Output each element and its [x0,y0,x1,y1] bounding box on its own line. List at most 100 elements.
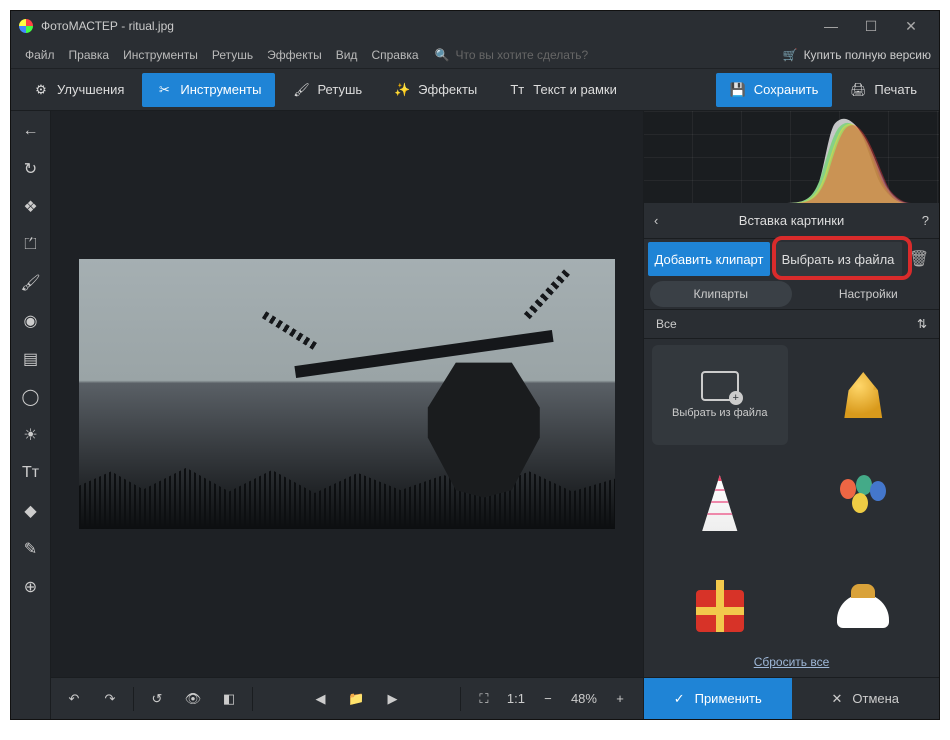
titlebar: ФотоМАСТЕР - ritual.jpg — ☐ ✕ [11,11,939,41]
fill-icon[interactable]: ◆ [17,497,45,525]
search-icon: 🔍 [435,48,450,62]
side-toolbar: ← ↻ ❖ ⏍ 🖌 ◉ ▤ ◯ ☀ Tᴛ ◆ ✎ ⊕ [11,111,51,719]
wand-icon: ✨ [394,82,410,98]
tab-enhance-label: Улучшения [57,82,124,97]
close-button[interactable]: ✕ [891,11,931,41]
apply-bar: ✓ Применить ✕Отмена [644,677,939,719]
history-icon[interactable]: ↺ [144,686,170,712]
tab-text-label: Текст и рамки [533,82,617,97]
pick-file-cell[interactable]: Выбрать из файла [652,345,788,445]
canvas-area: ↶ ↷ ↺ 👁 ◧ ◀ 📁 ▶ ⛶ 1:1 [51,111,643,719]
zoom-out-button[interactable]: − [535,686,561,712]
fit-screen-button[interactable]: ⛶ [471,686,497,712]
maximize-button[interactable]: ☐ [851,11,891,41]
sliders-icon: ⚙ [33,82,49,98]
clipart-gift-white[interactable] [796,561,932,647]
tab-retouch-label: Ретушь [317,82,362,97]
menu-help[interactable]: Справка [365,44,424,66]
heal-icon[interactable]: ❖ [17,193,45,221]
panel-help-button[interactable]: ? [922,213,929,228]
clipart-party-hat[interactable] [652,453,788,553]
panel-header: ‹ Вставка картинки ? [644,203,939,239]
tab-settings-label: Настройки [839,287,898,301]
reset-all-link[interactable]: Сбросить все [644,647,939,677]
cart-icon: 🛒 [783,48,798,62]
canvas[interactable] [51,111,643,677]
tab-retouch[interactable]: 🖌 Ретушь [279,73,376,107]
clipart-grid: Выбрать из файла [644,339,939,647]
cancel-button[interactable]: ✕Отмена [792,678,940,719]
stamp-icon[interactable]: ⏍ [17,231,45,259]
brush-icon: 🖌 [293,82,309,98]
category-dropdown[interactable]: Все ⇅ [644,309,939,339]
undo-button[interactable]: ↶ [61,686,87,712]
right-panel: ‹ Вставка картинки ? Добавить клипарт Вы… [643,111,939,719]
menu-effects[interactable]: Эффекты [261,44,328,66]
apply-label: Применить [695,691,762,706]
tab-enhance[interactable]: ⚙ Улучшения [19,73,138,107]
buy-full-version-button[interactable]: 🛒 Купить полную версию [783,48,931,62]
check-icon: ✓ [674,691,685,707]
panel-back-button[interactable]: ‹ [654,213,658,228]
save-button[interactable]: 💾Сохранить [716,73,833,107]
pen-icon[interactable]: ✎ [17,535,45,563]
category-value: Все [656,317,677,331]
tab-tools[interactable]: ✂Инструменты [142,73,275,107]
add-clipart-button[interactable]: Добавить клипарт [648,242,770,276]
tab-settings[interactable]: Настройки [798,279,940,309]
apply-button[interactable]: ✓ Применить [644,678,792,719]
text-icon: Tᴛ [509,82,525,98]
clipart-bells[interactable] [796,345,932,445]
search-input[interactable]: Что вы хотите сделать? [455,48,588,62]
brightness-icon[interactable]: ☀ [17,421,45,449]
tab-effects-label: Эффекты [418,82,477,97]
gradient-icon[interactable]: ▤ [17,345,45,373]
menu-retouch[interactable]: Ретушь [206,44,259,66]
pick-file-cell-label: Выбрать из файла [672,407,767,419]
app-logo-icon [19,19,33,33]
clipart-balloons[interactable] [796,453,932,553]
tab-cliparts[interactable]: Клипарты [650,281,792,307]
pick-from-file-button[interactable]: Выбрать из файла [774,242,902,276]
text-tool-icon[interactable]: Tᴛ [17,459,45,487]
party-hat-icon [698,475,742,531]
zoom-11-label[interactable]: 1:1 [507,691,525,706]
compare-icon[interactable]: ◧ [216,686,242,712]
back-arrow-icon[interactable]: ← [17,117,45,145]
menu-file[interactable]: Файл [19,44,61,66]
menu-edit[interactable]: Правка [63,44,116,66]
eye-icon[interactable]: 👁 [180,686,206,712]
menu-tools[interactable]: Инструменты [117,44,204,66]
menu-view[interactable]: Вид [330,44,364,66]
x-icon: ✕ [831,691,842,707]
next-button[interactable]: ▶ [379,686,405,712]
crop-icon: ✂ [156,82,172,98]
vignette-icon[interactable]: ◯ [17,383,45,411]
redo-button[interactable]: ↷ [97,686,123,712]
edited-image [79,259,615,529]
open-folder-button[interactable]: 📁 [343,686,369,712]
tab-effects[interactable]: ✨ Эффекты [380,73,491,107]
zoom-pct: 48% [571,691,597,706]
panel-title: Вставка картинки [739,213,844,228]
add-clipart-label: Добавить клипарт [655,252,764,267]
paint-icon[interactable]: 🖌 [17,269,45,297]
app-window: ФотоМАСТЕР - ritual.jpg — ☐ ✕ Файл Правк… [10,10,940,720]
globe-icon[interactable]: ⊕ [17,573,45,601]
clipart-gift-red[interactable] [652,561,788,647]
rotate-icon[interactable]: ↻ [17,155,45,183]
print-icon: 🖨 [850,82,866,98]
histogram [644,111,939,203]
tab-cliparts-label: Клипарты [694,287,748,301]
bells-icon [842,372,884,418]
prev-button[interactable]: ◀ [307,686,333,712]
delete-button[interactable]: 🗑 [905,245,933,273]
image-plus-icon [701,371,739,401]
updown-icon: ⇅ [917,317,927,331]
zoom-in-button[interactable]: + [607,686,633,712]
gift-icon [696,590,744,632]
radial-icon[interactable]: ◉ [17,307,45,335]
tab-text[interactable]: Tᴛ Текст и рамки [495,73,631,107]
minimize-button[interactable]: — [811,11,851,41]
print-button[interactable]: 🖨Печать [836,73,931,107]
